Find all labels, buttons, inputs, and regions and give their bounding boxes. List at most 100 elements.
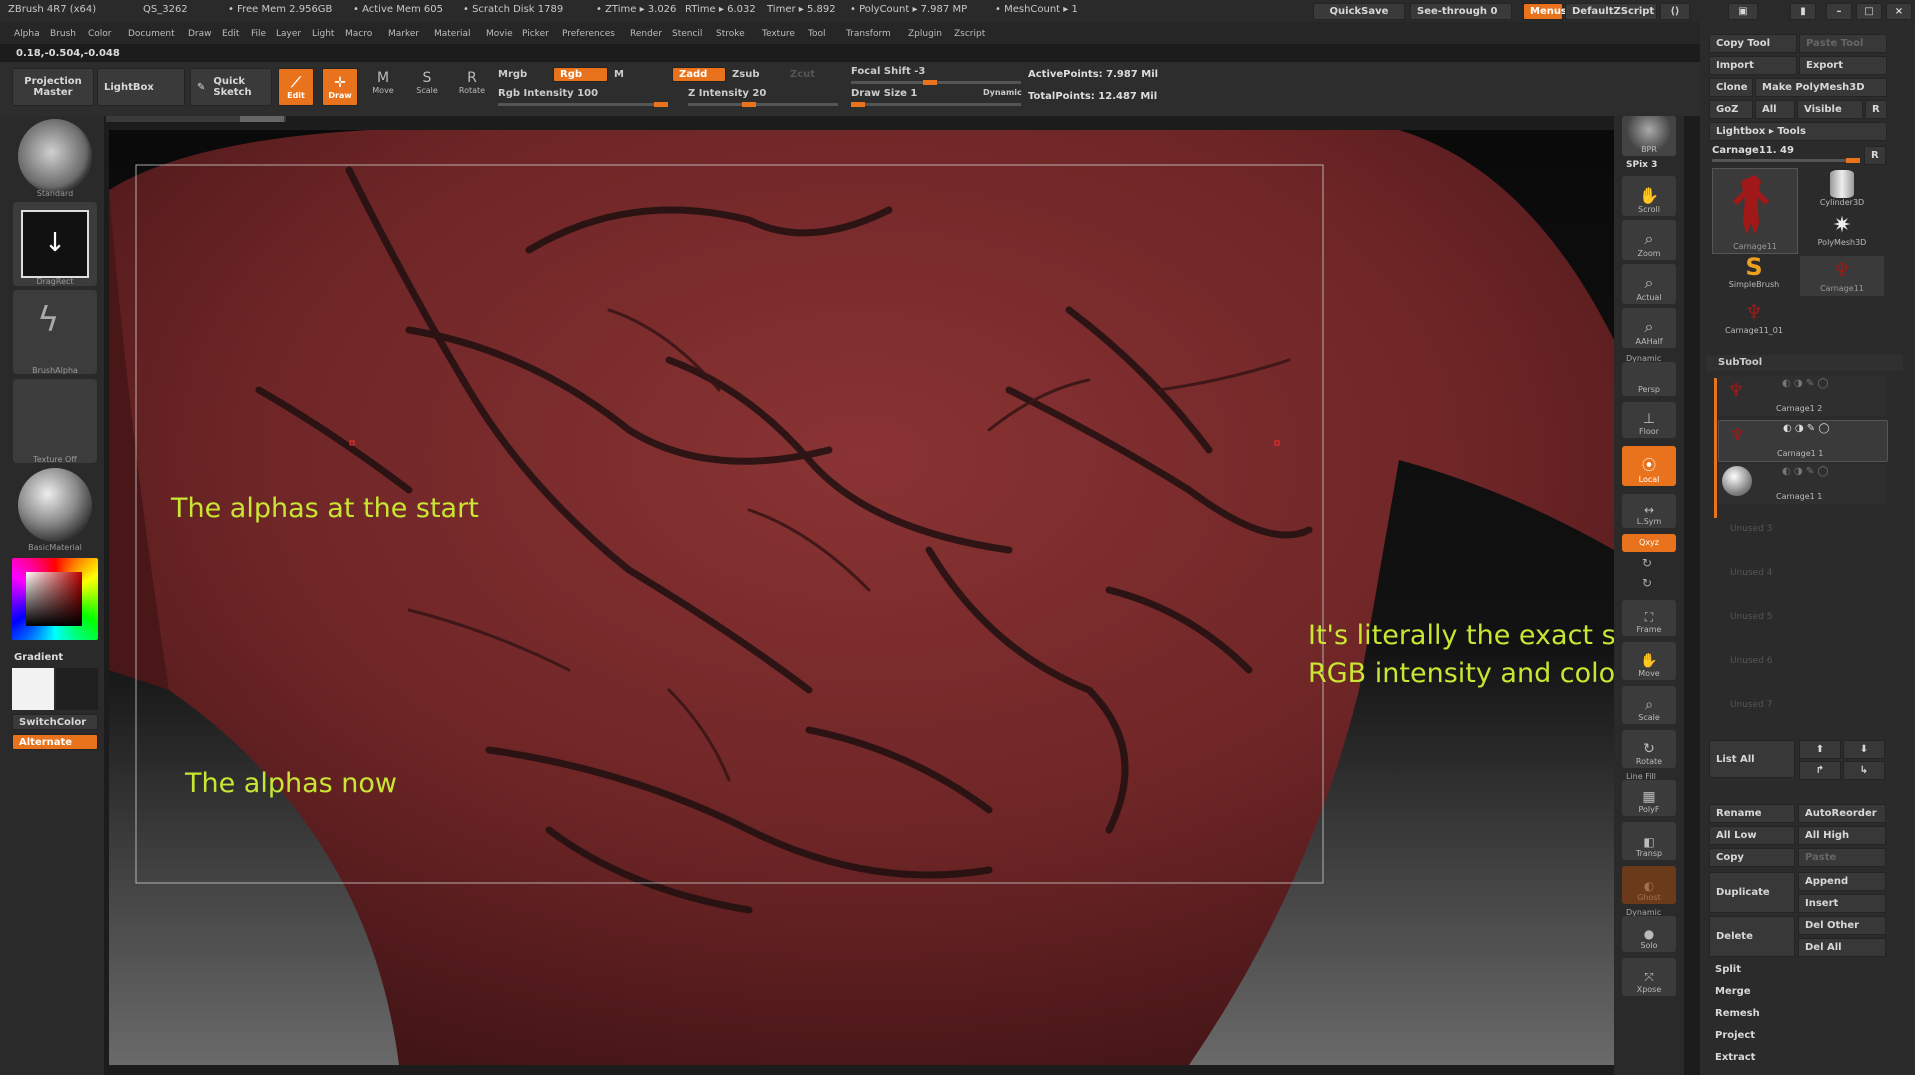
gradient-label[interactable]: Gradient	[14, 652, 63, 663]
subtool-eye-1-icon[interactable]: ◐ ◑ ✎ ◯	[1783, 423, 1830, 434]
tool-thumb-polymesh[interactable]: ✷ PolyMesh3D	[1800, 214, 1884, 254]
subtool-row-1[interactable]: ♆ Carnage1 1 ◐ ◑ ✎ ◯	[1718, 420, 1888, 462]
move-button[interactable]: M Move	[366, 70, 400, 106]
rotate-button[interactable]: R Rotate	[454, 70, 490, 106]
m-button[interactable]: M	[614, 69, 624, 80]
menu-brush[interactable]: Brush	[50, 29, 76, 39]
merge-menu[interactable]: Merge	[1709, 982, 1886, 1001]
import-button[interactable]: Import	[1709, 56, 1797, 75]
transp-button[interactable]: ◧ Transp	[1622, 822, 1676, 860]
zoom-button[interactable]: ⌕ Zoom	[1622, 220, 1676, 260]
menu-alpha[interactable]: Alpha	[14, 29, 40, 39]
subtool-eye-0-icon[interactable]: ◐ ◑ ✎ ◯	[1782, 378, 1829, 389]
menu-material[interactable]: Material	[434, 29, 471, 39]
draw-size-slider[interactable]: Draw Size 1	[851, 88, 917, 99]
menu-document[interactable]: Document	[128, 29, 175, 39]
menu-file[interactable]: File	[251, 29, 266, 39]
lock2-icon[interactable]: ▮	[1790, 3, 1816, 20]
current-tool-track[interactable]	[1712, 158, 1860, 163]
menu-draw[interactable]: Draw	[188, 29, 212, 39]
menu-stroke[interactable]: Stroke	[716, 29, 745, 39]
rename-button[interactable]: Rename	[1709, 804, 1795, 823]
menu-layer[interactable]: Layer	[276, 29, 301, 39]
scale-view-button[interactable]: ⌕ Scale	[1622, 686, 1676, 724]
basic-material-icon[interactable]	[18, 468, 92, 542]
insert-button[interactable]: Insert	[1798, 894, 1886, 913]
lightbox-tools-button[interactable]: Lightbox ▸ Tools	[1709, 122, 1887, 141]
move-down-turn-icon[interactable]: ↳	[1843, 761, 1885, 780]
project-menu[interactable]: Project	[1709, 1026, 1886, 1045]
brush-alpha-icon[interactable]: ϟ	[13, 290, 97, 374]
dragrect-stroke-icon[interactable]: ↓	[13, 202, 97, 286]
zcut-button[interactable]: Zcut	[790, 69, 815, 80]
menu-light[interactable]: Light	[312, 29, 334, 39]
texture-off-icon[interactable]	[13, 379, 97, 463]
delete-button[interactable]: Delete	[1709, 916, 1795, 957]
polyf-button[interactable]: ▦ PolyF	[1622, 780, 1676, 816]
menu-preferences[interactable]: Preferences	[562, 29, 615, 39]
actual-button[interactable]: ⌕ Actual	[1622, 264, 1676, 304]
move-up-turn-icon[interactable]: ↱	[1799, 761, 1841, 780]
menu-zplugin[interactable]: Zplugin	[908, 29, 942, 39]
subtool-row-0[interactable]: ♆ Carnage1 2 ◐ ◑ ✎ ◯	[1718, 376, 1886, 416]
list-all-button[interactable]: List All	[1709, 740, 1795, 778]
rgb-button[interactable]: Rgb	[553, 67, 608, 82]
tool-thumb-cylinder[interactable]: Cylinder3D	[1800, 168, 1884, 212]
draw-size-track[interactable]	[851, 102, 1021, 107]
rotate-z-icon[interactable]: ↻	[1642, 576, 1652, 590]
menu-transform[interactable]: Transform	[846, 29, 891, 39]
xpose-button[interactable]: ⤧ Xpose	[1622, 958, 1676, 996]
alternate-button[interactable]: Alternate	[12, 734, 98, 750]
move-down-icon[interactable]: ⬇	[1843, 740, 1885, 759]
canvas-viewport[interactable]: The alphas at the start The alphas now I…	[109, 130, 1614, 1065]
close-icon[interactable]: ×	[1886, 3, 1912, 20]
tool-r-button[interactable]: R	[1864, 146, 1886, 165]
subtool-header[interactable]: SubTool	[1706, 355, 1903, 371]
rotate-y-icon[interactable]: ↻	[1642, 556, 1652, 570]
goz-button[interactable]: GoZ	[1709, 100, 1753, 119]
color-picker[interactable]	[12, 558, 98, 640]
current-tool-slider[interactable]: Carnage11. 49	[1712, 145, 1794, 156]
tool-thumb-simplebrush[interactable]: S SimpleBrush	[1712, 254, 1796, 296]
menu-tool[interactable]: Tool	[808, 29, 825, 39]
spix-slider[interactable]: SPix 3	[1626, 160, 1657, 170]
quicksave-button[interactable]: QuickSave	[1313, 3, 1405, 20]
all-button[interactable]: All	[1755, 100, 1795, 119]
export-button[interactable]: Export	[1799, 56, 1887, 75]
del-all-button[interactable]: Del All	[1798, 938, 1886, 957]
subtool-row-2[interactable]: Carnage1 1 ◐ ◑ ✎ ◯	[1718, 464, 1886, 504]
scale-button[interactable]: S Scale	[410, 70, 444, 106]
menu-stencil[interactable]: Stencil	[672, 29, 702, 39]
lsym-button[interactable]: ↔ L.Sym	[1622, 494, 1676, 528]
standard-brush-icon[interactable]	[18, 119, 92, 193]
current-tool-knob[interactable]	[1846, 158, 1860, 163]
secondary-color-swatch[interactable]	[56, 668, 98, 710]
tool-thumb-carnage-2[interactable]: ♆ Carnage11	[1800, 256, 1884, 296]
xyz-button[interactable]: Qxyz	[1622, 534, 1676, 552]
subtool-eye-2-icon[interactable]: ◐ ◑ ✎ ◯	[1782, 466, 1829, 477]
r-button[interactable]: R	[1865, 100, 1887, 119]
tool-thumb-carnage-01[interactable]: ♆ Carnage11_01	[1712, 298, 1796, 340]
z-intensity-slider[interactable]: Z Intensity 20	[688, 88, 766, 99]
copy-tool-button[interactable]: Copy Tool	[1709, 34, 1797, 53]
rgb-intensity-slider[interactable]: Rgb Intensity 100	[498, 88, 598, 99]
persp-button[interactable]: Persp	[1622, 362, 1676, 396]
lightbox-button[interactable]: LightBox	[97, 68, 185, 106]
menu-movie[interactable]: Movie	[486, 29, 513, 39]
default-zscript-button[interactable]: DefaultZScript	[1565, 3, 1657, 20]
see-through-slider[interactable]: See-through 0	[1410, 3, 1512, 20]
paste-tool-button[interactable]: Paste Tool	[1799, 34, 1887, 53]
draw-button[interactable]: ✛ Draw	[322, 68, 358, 106]
quick-sketch-button[interactable]: ✎ Quick Sketch	[190, 68, 272, 106]
scroll-button[interactable]: ✋ Scroll	[1622, 176, 1676, 216]
autoreorder-button[interactable]: AutoReorder	[1798, 804, 1886, 823]
make-polymesh-button[interactable]: Make PolyMesh3D	[1755, 78, 1887, 97]
rotate-view-button[interactable]: ↻ Rotate	[1622, 730, 1676, 768]
all-low-button[interactable]: All Low	[1709, 826, 1795, 845]
zsub-button[interactable]: Zsub	[732, 69, 759, 80]
minimize-icon[interactable]: –	[1826, 3, 1852, 20]
menu-zscript[interactable]: Zscript	[954, 29, 985, 39]
ghost-button[interactable]: ◐ Ghost	[1622, 866, 1676, 904]
remesh-menu[interactable]: Remesh	[1709, 1004, 1886, 1023]
copy-subtool-button[interactable]: Copy	[1709, 848, 1795, 867]
